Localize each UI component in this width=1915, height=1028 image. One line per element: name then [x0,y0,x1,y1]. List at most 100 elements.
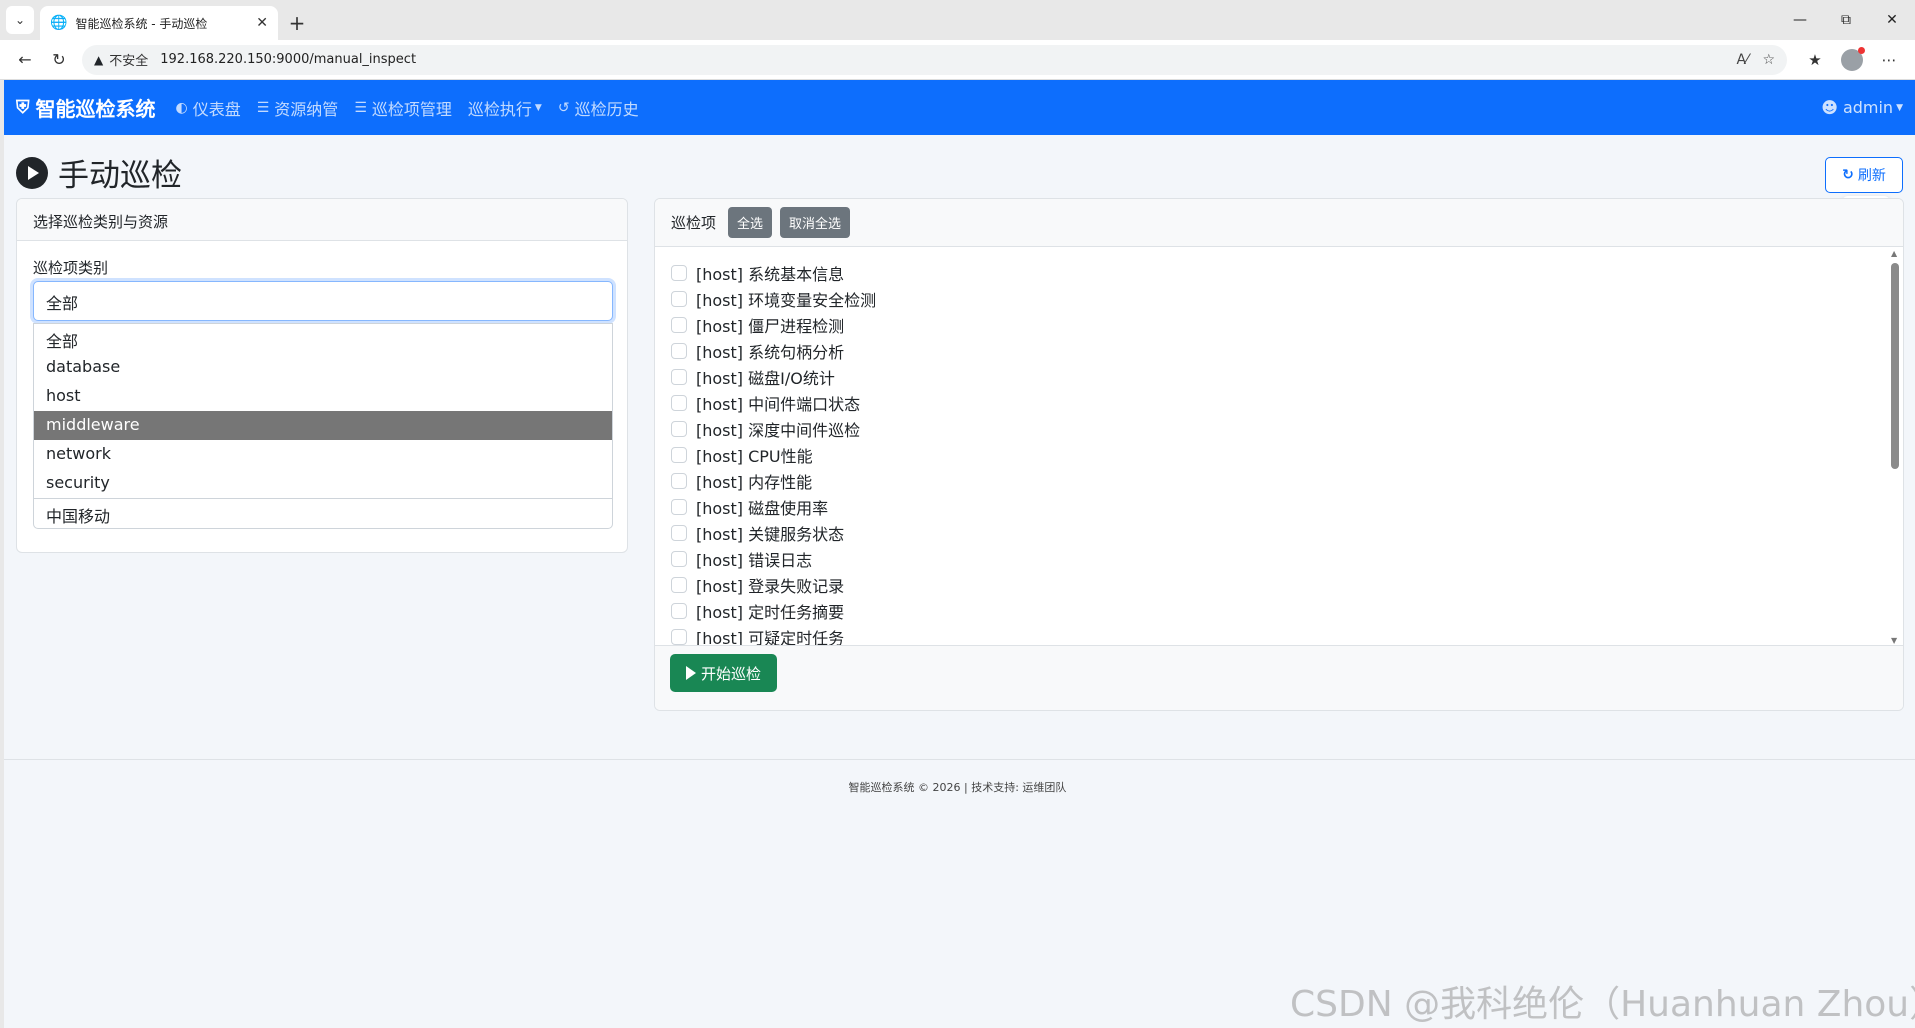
inspection-item[interactable]: [host] 内存性能 [655,468,1903,494]
start-inspection-label: 开始巡检 [700,664,761,683]
category-option-highlighted[interactable]: middleware [34,411,612,440]
inspection-item-label: [host] 登录失败记录 [696,577,845,596]
deselect-all-button[interactable]: 取消全选 [780,207,851,238]
url-field[interactable]: ▲ 不安全 192.168.220.150:9000/manual_inspec… [82,44,1787,75]
nav-history[interactable]: ↺ 巡检历史 [558,96,639,120]
page-title: 手动巡检 [16,150,182,195]
window-edge [0,80,4,1028]
category-option[interactable]: 全部 [34,324,612,353]
inspection-item[interactable]: [host] 深度中间件巡检 [655,416,1903,442]
checkbox[interactable] [671,629,687,645]
footer-divider [4,759,1915,760]
inspection-item[interactable]: [host] 系统基本信息 [655,260,1903,286]
refresh-button[interactable]: ↻ 刷新 [1825,157,1903,193]
more-menu-icon[interactable]: ⋯ [1871,51,1907,69]
refresh-icon: ↻ [1842,167,1854,183]
back-icon[interactable]: ← [8,50,42,69]
checkbox[interactable] [671,447,687,463]
checkbox[interactable] [671,525,687,541]
tab-title: 智能巡检系统 - 手动巡检 [75,16,208,31]
inspection-item[interactable]: [host] 关键服务状态 [655,520,1903,546]
checkbox[interactable] [671,499,687,515]
close-window-icon[interactable]: ✕ [1869,0,1915,40]
inspection-item[interactable]: [host] 僵尸进程检测 [655,312,1903,338]
category-option[interactable]: network [34,440,612,469]
nav-dashboard[interactable]: ◐ 仪表盘 [176,96,241,120]
inspection-item-label: [host] 定时任务摘要 [696,603,845,622]
browser-tabbar: ⌄ 🌐 智能巡检系统 - 手动巡检 ✕ + — ⧉ ✕ [0,0,1915,40]
inspection-item[interactable]: [host] 系统句柄分析 [655,338,1903,364]
nav-inspection-items[interactable]: ☰ 巡检项管理 [354,96,452,120]
warning-icon: ▲ [94,52,104,67]
user-menu[interactable]: ☻ admin ▼ [1821,98,1903,117]
inspection-item[interactable]: [host] 登录失败记录 [655,572,1903,598]
checkbox[interactable] [671,369,687,385]
inspection-item[interactable]: [host] 磁盘使用率 [655,494,1903,520]
inspection-item-label: [host] 中间件端口状态 [696,395,861,414]
inspection-item[interactable]: [host] 环境变量安全检测 [655,286,1903,312]
scroll-up-icon[interactable]: ▲ [1891,249,1897,258]
inspection-item-label: [host] 系统句柄分析 [696,343,845,362]
inspection-item[interactable]: [host] CPU性能 [655,442,1903,468]
inspection-item[interactable]: [host] 定时任务摘要 [655,598,1903,624]
tab-list-chevron-icon[interactable]: ⌄ [6,6,34,34]
checkbox[interactable] [671,343,687,359]
resource-option[interactable]: 中国移动 [34,498,612,528]
checkbox[interactable] [671,395,687,411]
user-icon: ☻ [1821,98,1838,117]
scroll-down-icon[interactable]: ▼ [1891,636,1897,645]
category-option[interactable]: database [34,353,612,382]
favorite-star-icon[interactable]: ☆ [1762,52,1775,68]
nav-resources[interactable]: ☰ 资源纳管 [257,96,339,120]
checkbox[interactable] [671,551,687,567]
category-option[interactable]: security [34,469,612,498]
checkbox[interactable] [671,317,687,333]
inspection-item-label: [host] CPU性能 [696,447,813,466]
checkbox[interactable] [671,473,687,489]
favorites-icon[interactable]: ★ [1797,51,1833,69]
profile-avatar-icon[interactable] [1841,46,1865,71]
browser-tab[interactable]: 🌐 智能巡检系统 - 手动巡检 ✕ [40,6,278,40]
start-inspection-button[interactable]: 开始巡检 [670,654,777,692]
restore-icon[interactable]: ⧉ [1823,0,1869,40]
inspection-items-label: 巡检项 [671,214,717,232]
checkbox[interactable] [671,577,687,593]
play-icon [685,666,696,680]
nav-inspection-exec-dropdown[interactable]: 巡检执行 ▼ [468,96,542,120]
checkbox[interactable] [671,421,687,437]
items-scrollbar[interactable]: ▲ ▼ [1887,249,1903,645]
category-panel: 选择巡检类别与资源 巡检项类别 全部 全部 database host midd… [16,198,628,553]
inspection-item[interactable]: [host] 可疑定时任务 [655,624,1903,647]
minimize-icon[interactable]: — [1777,0,1823,40]
nav-resources-label: 资源纳管 [274,99,339,119]
tab-close-icon[interactable]: ✕ [256,15,268,31]
select-all-button[interactable]: 全选 [728,207,773,238]
inspection-item-label: [host] 环境变量安全检测 [696,291,877,310]
brand[interactable]: ⛨ 智能巡检系统 [16,93,156,122]
category-panel-header: 选择巡检类别与资源 [17,199,627,241]
app-navbar: ⛨ 智能巡检系统 ◐ 仪表盘 ☰ 资源纳管 ☰ 巡检项管理 巡检执行 ▼ ↺ 巡… [4,80,1915,135]
checkbox[interactable] [671,603,687,619]
checkbox[interactable] [671,265,687,281]
inspection-item-label: [host] 僵尸进程检测 [696,317,845,336]
category-option[interactable]: host [34,382,612,411]
category-label: 巡检项类别 [33,259,109,277]
play-circle-icon [16,156,48,189]
scrollbar-thumb[interactable] [1891,263,1899,469]
checkbox[interactable] [671,291,687,307]
category-select[interactable]: 全部 [33,281,613,321]
inspection-item-label: [host] 关键服务状态 [696,525,845,544]
footer-text: 智能巡检系统 © 2026 | 技术支持: 运维团队 [848,781,1067,794]
inspection-item[interactable]: [host] 错误日志 [655,546,1903,572]
nav-inspection-exec-label: 巡检执行 [467,99,532,119]
user-name: admin [1842,98,1894,117]
history-icon: ↺ [557,99,570,116]
inspection-item-label: [host] 内存性能 [696,473,813,492]
window-controls: — ⧉ ✕ [1777,0,1915,40]
inspection-item[interactable]: [host] 中间件端口状态 [655,390,1903,416]
reload-icon[interactable]: ↻ [42,50,76,69]
inspection-item[interactable]: [host] 磁盘I/O统计 [655,364,1903,390]
globe-icon: 🌐 [50,15,68,31]
read-aloud-icon[interactable]: A⁄ [1737,52,1749,68]
new-tab-button[interactable]: + [282,6,312,40]
